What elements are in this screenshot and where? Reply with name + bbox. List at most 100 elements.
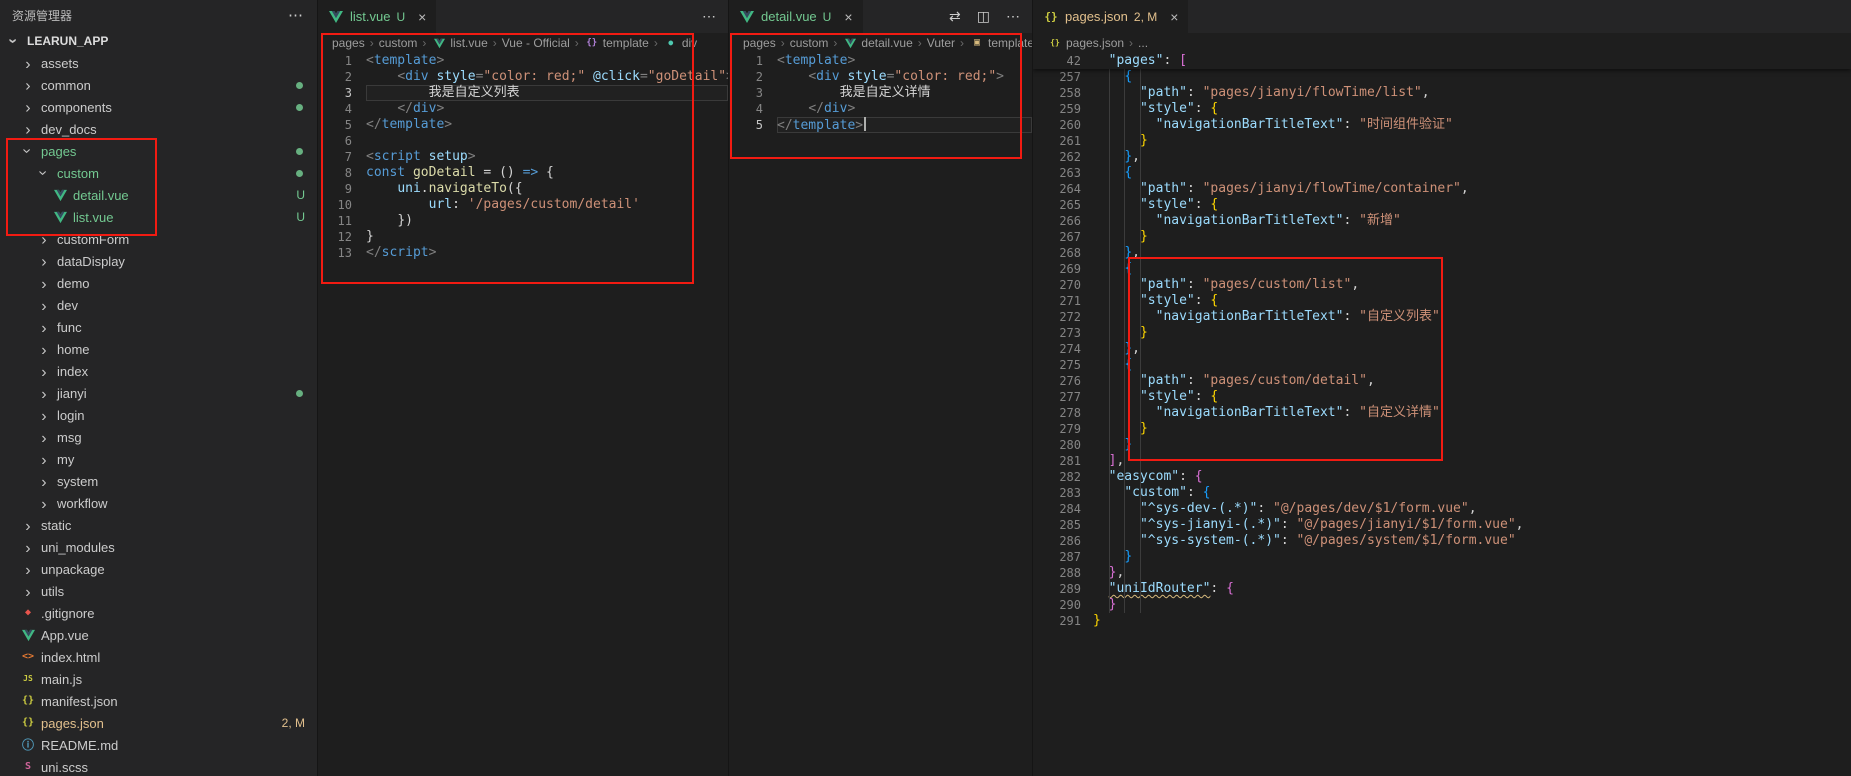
tree-item-pages-json[interactable]: {}pages.json2, M — [0, 712, 317, 734]
line-content[interactable]: }) — [366, 213, 728, 229]
line-content[interactable]: 我是自定义列表 — [366, 85, 728, 101]
breadcrumb-item-template[interactable]: ▣template — [969, 36, 1032, 50]
line-content[interactable]: url: '/pages/custom/detail' — [366, 197, 728, 213]
line-content[interactable]: } — [366, 229, 728, 245]
line-content[interactable]: "navigationBarTitleText": "新增" — [1093, 213, 1851, 229]
breadcrumb-item-custom[interactable]: custom — [790, 36, 829, 50]
line-content[interactable]: } — [1093, 613, 1851, 629]
breadcrumb-item-vuter[interactable]: Vuter — [927, 36, 955, 50]
line-content[interactable]: "path": "pages/jianyi/flowTime/list", — [1093, 85, 1851, 101]
line-content[interactable]: "^sys-jianyi-(.*)": "@/pages/jianyi/$1/f… — [1093, 517, 1851, 533]
tree-item-list-vue[interactable]: list.vueU — [0, 206, 317, 228]
tree-item-app-vue[interactable]: App.vue — [0, 624, 317, 646]
tree-item-components[interactable]: ›components — [0, 96, 317, 118]
tree-item-unpackage[interactable]: ›unpackage — [0, 558, 317, 580]
line-content[interactable]: </template> — [366, 117, 728, 133]
tree-item-jianyi[interactable]: ›jianyi — [0, 382, 317, 404]
tree-item-utils[interactable]: ›utils — [0, 580, 317, 602]
breadcrumb-item-list-vue[interactable]: list.vue — [431, 36, 487, 50]
line-content[interactable]: <div style="color: red;"> — [777, 69, 1032, 85]
tree-item-my[interactable]: ›my — [0, 448, 317, 470]
tab-list-vue[interactable]: list.vueU× — [318, 0, 437, 33]
tree-item-msg[interactable]: ›msg — [0, 426, 317, 448]
line-content[interactable] — [366, 133, 728, 149]
tree-item-assets[interactable]: ›assets — [0, 52, 317, 74]
line-content[interactable]: "path": "pages/jianyi/flowTime/container… — [1093, 181, 1851, 197]
breadcrumb-item-custom[interactable]: custom — [379, 36, 418, 50]
more-actions-icon[interactable]: ⋯ — [288, 6, 303, 24]
tree-item-system[interactable]: ›system — [0, 470, 317, 492]
breadcrumb-item-pages[interactable]: pages — [332, 36, 365, 50]
line-content[interactable]: "path": "pages/custom/detail", — [1093, 373, 1851, 389]
line-content[interactable]: 我是自定义详情 — [777, 85, 1032, 101]
tab-pages-json[interactable]: {}pages.json2, M× — [1033, 0, 1189, 33]
line-content[interactable]: "custom": { — [1093, 485, 1851, 501]
line-content[interactable]: </script> — [366, 245, 728, 261]
line-content[interactable]: "navigationBarTitleText": "时间组件验证" — [1093, 117, 1851, 133]
split-editor-icon[interactable]: ◫ — [977, 8, 990, 25]
line-content[interactable]: "^sys-system-(.*)": "@/pages/system/$1/f… — [1093, 533, 1851, 549]
line-content[interactable]: <script setup> — [366, 149, 728, 165]
tree-item-demo[interactable]: ›demo — [0, 272, 317, 294]
line-content[interactable]: uni.navigateTo({ — [366, 181, 728, 197]
tree-item-uni-modules[interactable]: ›uni_modules — [0, 536, 317, 558]
close-icon[interactable]: × — [418, 9, 426, 25]
code-editor[interactable]: 1<template>2 <div style="color: red;">3 … — [729, 53, 1032, 776]
line-content[interactable]: } — [1093, 597, 1851, 613]
tree-item-index[interactable]: ›index — [0, 360, 317, 382]
line-content[interactable]: }, — [1093, 149, 1851, 165]
line-content[interactable]: </div> — [777, 101, 1032, 117]
line-content[interactable]: } — [1093, 549, 1851, 565]
tree-item-manifest-json[interactable]: {}manifest.json — [0, 690, 317, 712]
tree-item-detail-vue[interactable]: detail.vueU — [0, 184, 317, 206]
line-content[interactable]: { — [1093, 357, 1851, 373]
line-content[interactable]: } — [1093, 133, 1851, 149]
line-content[interactable]: "style": { — [1093, 197, 1851, 213]
line-content[interactable]: </div> — [366, 101, 728, 117]
line-content[interactable]: "easycom": { — [1093, 469, 1851, 485]
line-content[interactable]: }, — [1093, 565, 1851, 581]
more-actions-icon[interactable]: ⋯ — [702, 8, 716, 25]
breadcrumb-item-pages[interactable]: pages — [743, 36, 776, 50]
breadcrumb-item-div[interactable]: ●div — [663, 36, 697, 50]
tree-item-dev-docs[interactable]: ›dev_docs — [0, 118, 317, 140]
line-content[interactable]: } — [1093, 421, 1851, 437]
breadcrumb-item-pages-json[interactable]: {}pages.json — [1047, 36, 1124, 50]
line-content[interactable]: "style": { — [1093, 293, 1851, 309]
line-content[interactable]: { — [1093, 69, 1851, 85]
close-icon[interactable]: × — [844, 9, 852, 25]
line-content[interactable]: }, — [1093, 245, 1851, 261]
line-content[interactable]: } — [1093, 229, 1851, 245]
line-content[interactable]: "path": "pages/custom/list", — [1093, 277, 1851, 293]
tree-item-common[interactable]: ›common — [0, 74, 317, 96]
breadcrumb-item-detail-vue[interactable]: detail.vue — [842, 36, 912, 50]
line-content[interactable]: "uniIdRouter": { — [1093, 581, 1851, 597]
compare-icon[interactable]: ⇄ — [949, 8, 961, 25]
tree-item-workflow[interactable]: ›workflow — [0, 492, 317, 514]
breadcrumb-item-[interactable]: ... — [1138, 36, 1148, 50]
code-editor[interactable]: 1<template>2 <div style="color: red;" @c… — [318, 53, 728, 776]
tree-item-gitignore[interactable]: ◆.gitignore — [0, 602, 317, 624]
line-content[interactable]: { — [1093, 165, 1851, 181]
line-content[interactable]: const goDetail = () => { — [366, 165, 728, 181]
breadcrumb-item-template[interactable]: {}template — [584, 36, 649, 50]
tree-item-main-js[interactable]: JSmain.js — [0, 668, 317, 690]
line-content[interactable]: }, — [1093, 341, 1851, 357]
close-icon[interactable]: × — [1170, 9, 1178, 25]
tree-item-func[interactable]: ›func — [0, 316, 317, 338]
line-content[interactable]: </template> — [777, 117, 1032, 133]
line-content[interactable]: <template> — [777, 53, 1032, 69]
line-content[interactable]: "pages": [ — [1093, 53, 1851, 69]
tree-item-readme-md[interactable]: ⓘREADME.md — [0, 734, 317, 756]
line-content[interactable]: <div style="color: red;" @click="goDetai… — [366, 69, 728, 85]
line-content[interactable]: } — [1093, 437, 1851, 453]
line-content[interactable]: "^sys-dev-(.*)": "@/pages/dev/$1/form.vu… — [1093, 501, 1851, 517]
line-content[interactable]: "navigationBarTitleText": "自定义列表" — [1093, 309, 1851, 325]
tree-item-datadisplay[interactable]: ›dataDisplay — [0, 250, 317, 272]
tree-item-login[interactable]: ›login — [0, 404, 317, 426]
tree-item-dev[interactable]: ›dev — [0, 294, 317, 316]
tree-item-uni-scss[interactable]: Suni.scss — [0, 756, 317, 776]
line-content[interactable]: { — [1093, 261, 1851, 277]
more-actions-icon[interactable]: ⋯ — [1006, 8, 1020, 25]
tree-item-static[interactable]: ›static — [0, 514, 317, 536]
